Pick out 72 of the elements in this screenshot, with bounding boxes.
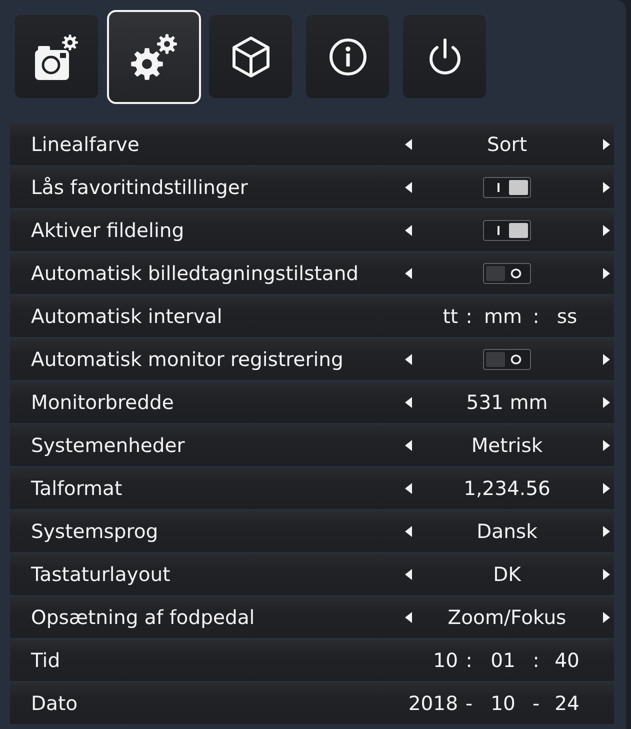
left-arrow-icon[interactable] <box>404 268 412 279</box>
field-separator: - <box>532 692 540 715</box>
input-field[interactable]: 24 <box>546 692 588 715</box>
info-tab[interactable] <box>306 15 389 98</box>
left-arrow-icon[interactable] <box>404 526 412 537</box>
right-arrow-icon[interactable] <box>602 354 610 365</box>
power-icon <box>428 38 462 76</box>
setting-value: Dansk <box>476 520 538 543</box>
camera-tab[interactable] <box>15 15 98 98</box>
right-arrow-icon[interactable] <box>602 139 610 150</box>
left-arrow-icon[interactable] <box>404 182 412 193</box>
setting-label: Opsætning af fodpedal <box>31 606 255 629</box>
right-arrow-icon[interactable] <box>602 182 610 193</box>
setting-label: Lås favoritindstillinger <box>31 176 248 199</box>
left-arrow-icon[interactable] <box>404 397 412 408</box>
setting-value: 1,234.56 <box>464 477 550 500</box>
setting-label: Linealfarve <box>31 133 140 156</box>
setting-label: Automatisk monitor registrering <box>31 348 344 371</box>
info-icon <box>328 38 366 76</box>
input-field[interactable]: 40 <box>546 649 588 672</box>
right-arrow-icon[interactable] <box>602 397 610 408</box>
setting-label: Dato <box>31 692 78 715</box>
camera-gear-icon <box>34 34 78 80</box>
left-arrow-icon[interactable] <box>404 440 412 451</box>
right-arrow-icon[interactable] <box>602 612 610 623</box>
setting-label: Tastaturlayout <box>31 563 170 586</box>
toggle-switch[interactable] <box>483 349 531 370</box>
field-separator: : <box>466 305 472 328</box>
input-field[interactable]: ss <box>546 305 588 328</box>
setting-label: Tid <box>31 649 60 672</box>
setting-label: Systemenheder <box>31 434 185 457</box>
right-arrow-icon[interactable] <box>602 225 610 236</box>
field-separator: - <box>465 692 473 715</box>
left-arrow-icon[interactable] <box>404 139 412 150</box>
input-field[interactable]: 10 <box>480 692 526 715</box>
right-arrow-icon[interactable] <box>602 483 610 494</box>
setting-label: Automatisk billedtagningstilstand <box>31 262 359 285</box>
input-field[interactable]: tt <box>396 305 458 328</box>
setting-label: Aktiver fildeling <box>31 219 184 242</box>
field-separator: : <box>532 305 540 328</box>
setting-value: Zoom/Fokus <box>448 606 566 629</box>
left-arrow-icon[interactable] <box>404 354 412 365</box>
setting-value: Metrisk <box>471 434 543 457</box>
toggle-switch[interactable] <box>483 177 531 198</box>
right-arrow-icon[interactable] <box>602 526 610 537</box>
input-field[interactable]: 2018 <box>396 692 458 715</box>
setting-value: 531 mm <box>466 391 548 414</box>
input-field[interactable]: mm <box>480 305 526 328</box>
setting-label: Monitorbredde <box>31 391 174 414</box>
toggle-switch[interactable] <box>483 263 531 284</box>
cube-icon <box>230 36 270 78</box>
toggle-switch[interactable] <box>483 220 531 241</box>
left-arrow-icon[interactable] <box>404 483 412 494</box>
left-arrow-icon[interactable] <box>404 612 412 623</box>
field-separator: : <box>466 649 472 672</box>
settings-icon <box>130 34 176 80</box>
right-arrow-icon[interactable] <box>602 440 610 451</box>
cube-tab[interactable] <box>209 15 292 98</box>
input-field[interactable]: 01 <box>480 649 526 672</box>
setting-label: Talformat <box>31 477 122 500</box>
setting-value: Sort <box>487 133 527 156</box>
settings-tab[interactable] <box>106 10 200 104</box>
setting-label: Automatisk interval <box>31 305 222 328</box>
left-arrow-icon[interactable] <box>404 569 412 580</box>
input-field[interactable]: 10 <box>396 649 458 672</box>
left-arrow-icon[interactable] <box>404 225 412 236</box>
setting-value: DK <box>493 563 521 586</box>
right-arrow-icon[interactable] <box>602 268 610 279</box>
right-arrow-icon[interactable] <box>602 569 610 580</box>
field-separator: : <box>532 649 540 672</box>
power-tab[interactable] <box>403 15 486 98</box>
setting-label: Systemsprog <box>31 520 158 543</box>
